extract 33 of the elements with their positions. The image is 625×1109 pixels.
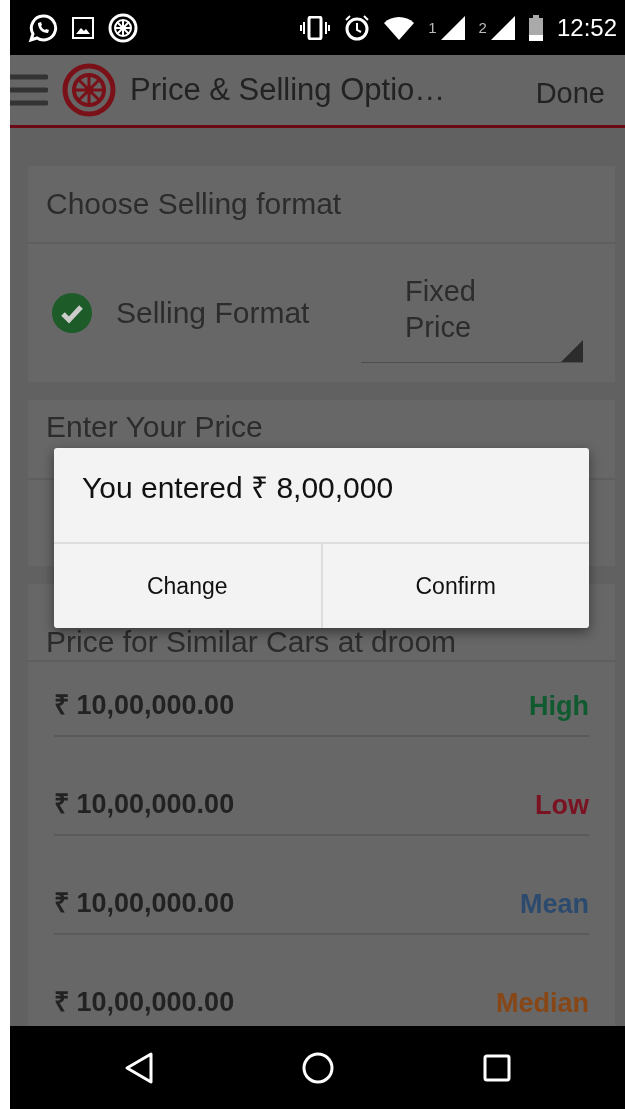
signal-icon (440, 15, 465, 40)
price-value: ₹ 10,00,000.00 (54, 986, 235, 1019)
section-title: Enter Your Price (46, 410, 263, 444)
battery-icon (528, 14, 543, 41)
dialog-button[interactable]: Change (54, 544, 321, 628)
wheel-icon (108, 12, 138, 43)
status-time: 12:52 (556, 13, 617, 42)
price-value: ₹ 10,00,000.00 (54, 788, 235, 821)
app-bar-title: Price & Selling Optio… (130, 72, 447, 108)
alarm-icon (344, 14, 371, 41)
price-value: ₹ 10,00,000.00 (54, 689, 235, 722)
back-icon[interactable] (124, 1050, 155, 1085)
image-icon (72, 16, 94, 39)
recents-icon[interactable] (482, 1053, 511, 1082)
section-title: Choose Selling format (46, 187, 342, 221)
sim-number: 2 (478, 19, 487, 36)
signal-icon (490, 15, 515, 40)
price-tag: High (529, 691, 589, 722)
home-icon[interactable] (302, 1051, 335, 1084)
price-value: ₹ 10,00,000.00 (54, 887, 235, 920)
sim-number: 1 (428, 19, 437, 36)
wheel-logo-icon (62, 63, 116, 117)
field-label: Selling Format (116, 296, 311, 330)
vibrate-icon (300, 15, 331, 40)
dialog-button[interactable]: Confirm (320, 544, 589, 628)
dialog-message: You entered ₹ 8,00,000 (54, 448, 589, 544)
price-tag: Median (496, 988, 589, 1019)
section-title: Price for Similar Cars at droom (46, 625, 457, 659)
price-tag: Mean (519, 889, 589, 920)
chat-bubble-icon (28, 12, 58, 43)
wifi-icon (384, 15, 415, 40)
price-tag: Low (535, 790, 589, 821)
caret-icon (561, 340, 583, 362)
